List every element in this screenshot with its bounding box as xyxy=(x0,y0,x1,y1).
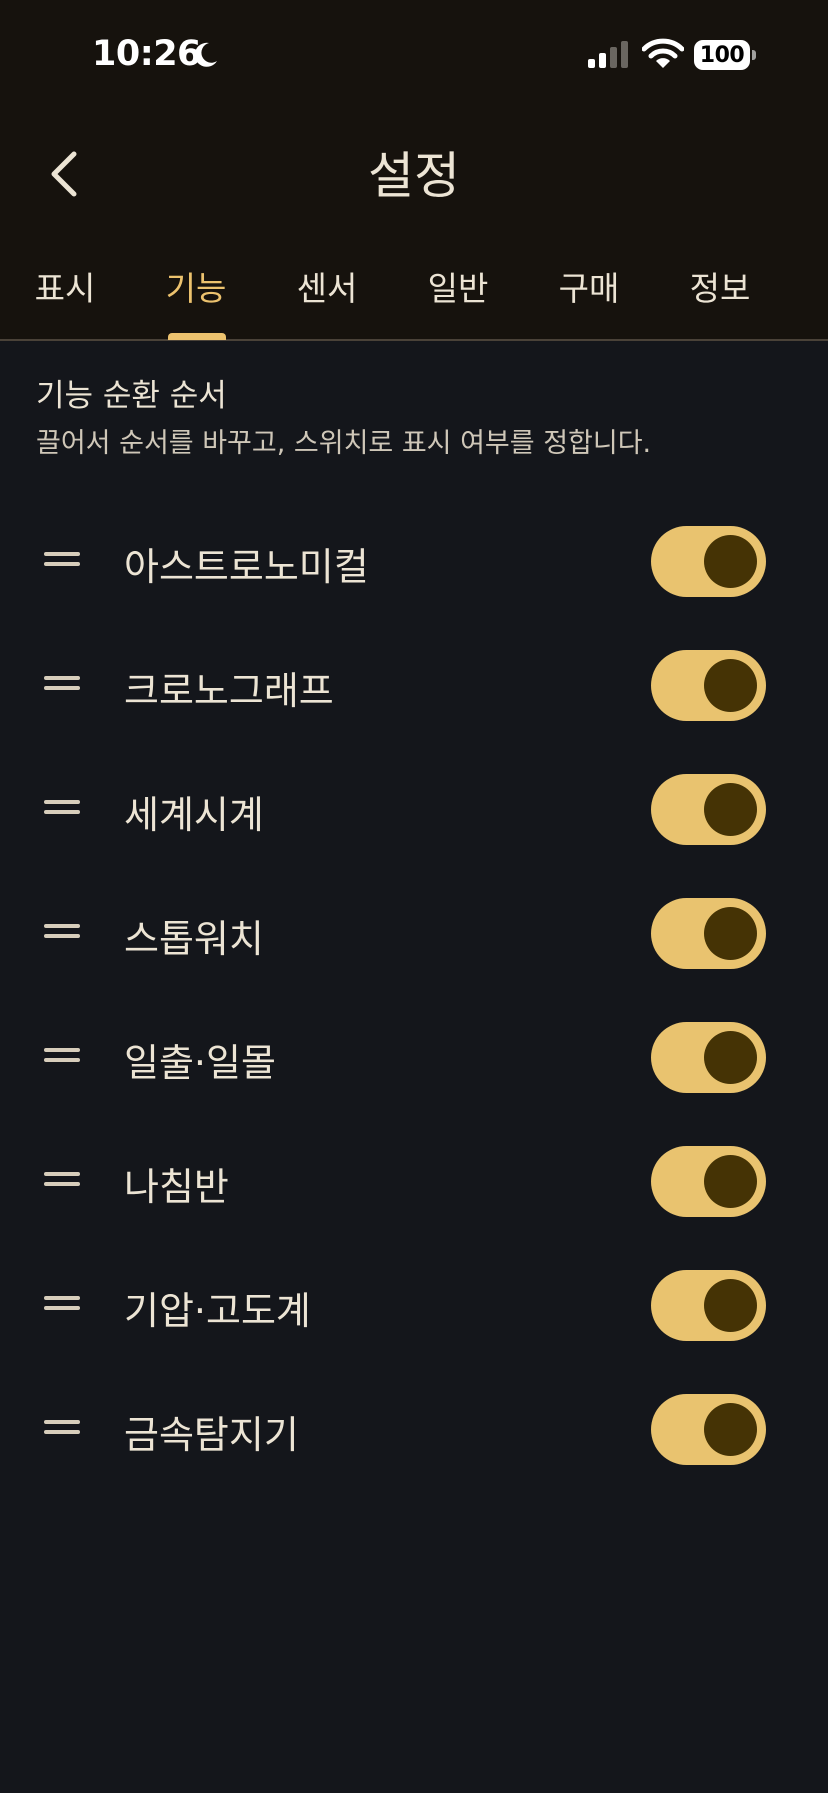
active-tab-indicator xyxy=(168,333,226,340)
feature-label: 일출·일몰 xyxy=(124,1041,276,1085)
feature-label: 아스트로노미컬 xyxy=(124,545,369,589)
tab-label: 표시 xyxy=(34,269,96,308)
toggle-knob xyxy=(704,1403,757,1456)
list-item: 세계시계 xyxy=(0,748,828,872)
drag-handle-icon[interactable] xyxy=(44,1294,80,1314)
toggle-knob xyxy=(704,783,757,836)
list-item: 스톱워치 xyxy=(0,872,828,996)
toggle-knob xyxy=(704,535,757,588)
drag-handle-icon[interactable] xyxy=(44,550,80,570)
list-item: 기압·고도계 xyxy=(0,1244,828,1368)
feature-toggle[interactable] xyxy=(651,898,766,969)
app-header: 10:26 100 설정 표시 기능 센서 일반 구매 정보 xyxy=(0,0,828,341)
moon-icon xyxy=(194,42,217,67)
drag-handle-icon[interactable] xyxy=(44,1170,80,1190)
feature-label: 금속탐지기 xyxy=(124,1413,299,1457)
feature-toggle[interactable] xyxy=(651,526,766,597)
toggle-knob xyxy=(704,1279,757,1332)
battery-cap xyxy=(752,50,756,60)
toggle-knob xyxy=(704,1155,757,1208)
feature-label: 나침반 xyxy=(124,1165,229,1209)
list-item: 금속탐지기 xyxy=(0,1368,828,1492)
section-title: 기능 순환 순서 xyxy=(36,378,227,414)
tab-label: 센서 xyxy=(296,269,358,308)
status-bar: 10:26 100 xyxy=(0,0,828,110)
page-title: 설정 xyxy=(368,147,460,205)
feature-label: 기압·고도계 xyxy=(124,1289,311,1333)
list-item: 크로노그래프 xyxy=(0,624,828,748)
feature-label: 세계시계 xyxy=(124,793,264,837)
drag-handle-icon[interactable] xyxy=(44,674,80,694)
battery-level: 100 xyxy=(694,40,750,70)
tab-display[interactable]: 표시 xyxy=(10,262,120,340)
tab-features[interactable]: 기능 xyxy=(141,262,251,340)
tab-sensors[interactable]: 센서 xyxy=(272,262,382,340)
tab-purchase[interactable]: 구매 xyxy=(534,262,644,340)
section-description: 끌어서 순서를 바꾸고, 스위치로 표시 여부를 정합니다. xyxy=(36,428,652,459)
feature-label: 스톱워치 xyxy=(124,917,264,961)
tab-label: 기능 xyxy=(165,269,227,308)
drag-handle-icon[interactable] xyxy=(44,798,80,818)
list-item: 일출·일몰 xyxy=(0,996,828,1120)
status-time: 10:26 xyxy=(92,34,201,74)
tab-label: 정보 xyxy=(689,269,751,308)
feature-toggle[interactable] xyxy=(651,1270,766,1341)
list-item: 아스트로노미컬 xyxy=(0,500,828,624)
feature-label: 크로노그래프 xyxy=(124,669,334,713)
feature-toggle[interactable] xyxy=(651,1022,766,1093)
cellular-signal-icon xyxy=(588,41,628,68)
drag-handle-icon[interactable] xyxy=(44,1046,80,1066)
tab-label: 일반 xyxy=(427,269,489,308)
feature-toggle[interactable] xyxy=(651,1394,766,1465)
list-item: 나침반 xyxy=(0,1120,828,1244)
drag-handle-icon[interactable] xyxy=(44,922,80,942)
feature-toggle[interactable] xyxy=(651,774,766,845)
toggle-knob xyxy=(704,659,757,712)
tab-label: 구매 xyxy=(558,269,620,308)
tab-bar: 표시 기능 센서 일반 구매 정보 xyxy=(0,256,828,340)
toggle-knob xyxy=(704,1031,757,1084)
tab-info[interactable]: 정보 xyxy=(665,262,775,340)
battery-indicator: 100 xyxy=(694,40,756,70)
tab-general[interactable]: 일반 xyxy=(403,262,513,340)
feature-toggle[interactable] xyxy=(651,1146,766,1217)
drag-handle-icon[interactable] xyxy=(44,1418,80,1438)
wifi-icon xyxy=(642,38,684,68)
toggle-knob xyxy=(704,907,757,960)
feature-toggle[interactable] xyxy=(651,650,766,721)
